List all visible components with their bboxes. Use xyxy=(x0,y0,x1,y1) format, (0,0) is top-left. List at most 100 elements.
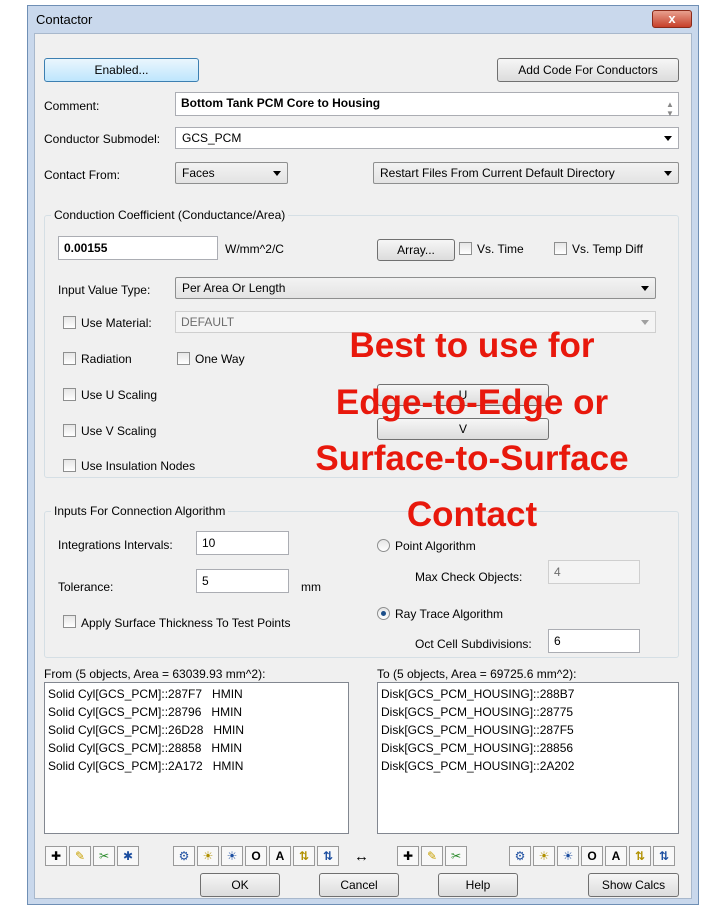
use-u-scaling-checkbox[interactable] xyxy=(63,388,76,401)
highlight-to-icon[interactable]: ☀ xyxy=(533,846,555,866)
point-algorithm-radio[interactable] xyxy=(377,539,390,552)
tolerance-label: Tolerance: xyxy=(58,580,114,594)
input-value-type-value: Per Area Or Length xyxy=(182,281,286,295)
swap-arrow-icon[interactable]: ↔ xyxy=(354,848,369,865)
to-objects-list[interactable]: Disk[GCS_PCM_HOUSING]::288B7 Disk[GCS_PC… xyxy=(377,682,679,834)
window-title: Contactor xyxy=(36,12,93,27)
list-item[interactable]: Solid Cyl[GCS_PCM]::2A172 HMIN xyxy=(48,757,345,775)
conductor-submodel-value: GCS_PCM xyxy=(182,131,242,145)
edit-from-icon[interactable]: ✎ xyxy=(69,846,91,866)
chevron-down-icon xyxy=(664,136,672,141)
chevron-down-icon xyxy=(273,171,281,176)
list-item[interactable]: Solid Cyl[GCS_PCM]::26D28 HMIN xyxy=(48,721,345,739)
list-item[interactable]: Solid Cyl[GCS_PCM]::28796 HMIN xyxy=(48,703,345,721)
vs-time-checkbox[interactable] xyxy=(459,242,472,255)
one-way-checkbox[interactable] xyxy=(177,352,190,365)
use-material-label: Use Material: xyxy=(81,316,152,330)
radio-selected-dot xyxy=(381,611,386,616)
annotation-line-2: Edge-to-Edge or xyxy=(335,383,609,422)
sort-all-icon[interactable]: ⇅ xyxy=(317,846,339,866)
filter-icon[interactable]: ⚙ xyxy=(173,846,195,866)
use-v-scaling-label: Use V Scaling xyxy=(81,424,157,438)
show-calcs-button[interactable]: Show Calcs xyxy=(588,873,679,897)
list-item[interactable]: Solid Cyl[GCS_PCM]::287F7 HMIN xyxy=(48,685,345,703)
oct-cell-subdivisions-field[interactable]: 6 xyxy=(548,629,640,653)
comment-label: Comment: xyxy=(44,99,100,113)
conduction-units-label: W/mm^2/C xyxy=(225,242,284,256)
highlight-all-to-icon[interactable]: ☀ xyxy=(557,846,579,866)
apply-surface-thickness-label: Apply Surface Thickness To Test Points xyxy=(81,616,291,630)
vs-temp-diff-checkbox[interactable] xyxy=(554,242,567,255)
list-item[interactable]: Disk[GCS_PCM_HOUSING]::287F5 xyxy=(381,721,675,739)
use-v-scaling-checkbox[interactable] xyxy=(63,424,76,437)
comment-value: Bottom Tank PCM Core to Housing xyxy=(181,96,381,110)
use-insulation-nodes-label: Use Insulation Nodes xyxy=(81,459,196,473)
help-button[interactable]: Help xyxy=(438,873,518,897)
sort-icon[interactable]: ⇅ xyxy=(293,846,315,866)
label-icon[interactable]: A xyxy=(269,846,291,866)
comment-field[interactable]: Bottom Tank PCM Core to Housing ▲ ▼ xyxy=(175,92,679,118)
oct-cell-subdivisions-label: Oct Cell Subdivisions: xyxy=(415,637,532,651)
point-algorithm-label: Point Algorithm xyxy=(395,539,476,553)
one-way-label: One Way xyxy=(195,352,245,366)
input-value-type-select[interactable]: Per Area Or Length xyxy=(175,277,656,299)
chevron-down-icon xyxy=(641,320,649,325)
close-button[interactable]: x xyxy=(652,10,692,28)
max-check-objects-label: Max Check Objects: xyxy=(415,570,523,584)
cancel-button[interactable]: Cancel xyxy=(319,873,399,897)
ray-trace-algorithm-radio[interactable] xyxy=(377,607,390,620)
radiation-checkbox[interactable] xyxy=(63,352,76,365)
conductor-submodel-select[interactable]: GCS_PCM xyxy=(175,127,679,149)
use-insulation-nodes-checkbox[interactable] xyxy=(63,459,76,472)
contact-from-select[interactable]: Faces xyxy=(175,162,288,184)
integrations-intervals-value: 10 xyxy=(202,536,216,550)
use-material-checkbox[interactable] xyxy=(63,316,76,329)
list-item[interactable]: Disk[GCS_PCM_HOUSING]::288B7 xyxy=(381,685,675,703)
enabled-button[interactable]: Enabled... xyxy=(44,58,199,82)
radiation-label: Radiation xyxy=(81,352,132,366)
max-check-objects-value: 4 xyxy=(554,565,561,579)
highlight-all-icon[interactable]: ☀ xyxy=(221,846,243,866)
remove-from-icon[interactable]: ✂ xyxy=(93,846,115,866)
list-item[interactable]: Solid Cyl[GCS_PCM]::28858 HMIN xyxy=(48,739,345,757)
chevron-down-icon xyxy=(664,171,672,176)
conductor-submodel-label: Conductor Submodel: xyxy=(44,132,161,146)
from-objects-list[interactable]: Solid Cyl[GCS_PCM]::287F7 HMIN Solid Cyl… xyxy=(44,682,349,834)
title-bar[interactable]: Contactor x xyxy=(28,6,698,32)
chevron-down-icon xyxy=(641,286,649,291)
remove-to-icon[interactable]: ✂ xyxy=(445,846,467,866)
array-button[interactable]: Array... xyxy=(377,239,455,261)
vs-temp-diff-label: Vs. Temp Diff xyxy=(572,242,643,256)
to-list-header: To (5 objects, Area = 69725.6 mm^2): xyxy=(377,667,577,681)
sort-all-to-icon[interactable]: ⇅ xyxy=(653,846,675,866)
tolerance-field[interactable]: 5 xyxy=(196,569,289,593)
contact-from-value: Faces xyxy=(182,166,215,180)
max-check-objects-field[interactable]: 4 xyxy=(548,560,640,584)
filter-to-icon[interactable]: ⚙ xyxy=(509,846,531,866)
conduction-coefficient-title: Conduction Coefficient (Conductance/Area… xyxy=(51,208,289,222)
from-list-header: From (5 objects, Area = 63039.93 mm^2): xyxy=(44,667,266,681)
add-to-icon[interactable]: ✚ xyxy=(397,846,419,866)
list-item[interactable]: Disk[GCS_PCM_HOUSING]::2A202 xyxy=(381,757,675,775)
list-item[interactable]: Disk[GCS_PCM_HOUSING]::28775 xyxy=(381,703,675,721)
ok-button[interactable]: OK xyxy=(200,873,280,897)
list-item[interactable]: Disk[GCS_PCM_HOUSING]::28856 xyxy=(381,739,675,757)
restart-files-select[interactable]: Restart Files From Current Default Direc… xyxy=(373,162,679,184)
apply-surface-thickness-checkbox[interactable] xyxy=(63,615,76,628)
ray-trace-algorithm-label: Ray Trace Algorithm xyxy=(395,607,504,621)
label-to-icon[interactable]: A xyxy=(605,846,627,866)
add-code-for-conductors-button[interactable]: Add Code For Conductors xyxy=(497,58,679,82)
outline-icon[interactable]: O xyxy=(245,846,267,866)
oct-cell-subdivisions-value: 6 xyxy=(554,634,561,648)
scroll-down-icon[interactable]: ▼ xyxy=(664,104,676,124)
integrations-intervals-field[interactable]: 10 xyxy=(196,531,289,555)
select-all-from-icon[interactable]: ✱ xyxy=(117,846,139,866)
edit-to-icon[interactable]: ✎ xyxy=(421,846,443,866)
highlight-icon[interactable]: ☀ xyxy=(197,846,219,866)
conduction-value-field[interactable]: 0.00155 xyxy=(58,236,218,260)
integrations-intervals-label: Integrations Intervals: xyxy=(58,538,173,552)
sort-to-icon[interactable]: ⇅ xyxy=(629,846,651,866)
outline-to-icon[interactable]: O xyxy=(581,846,603,866)
tolerance-value: 5 xyxy=(202,574,209,588)
add-from-icon[interactable]: ✚ xyxy=(45,846,67,866)
